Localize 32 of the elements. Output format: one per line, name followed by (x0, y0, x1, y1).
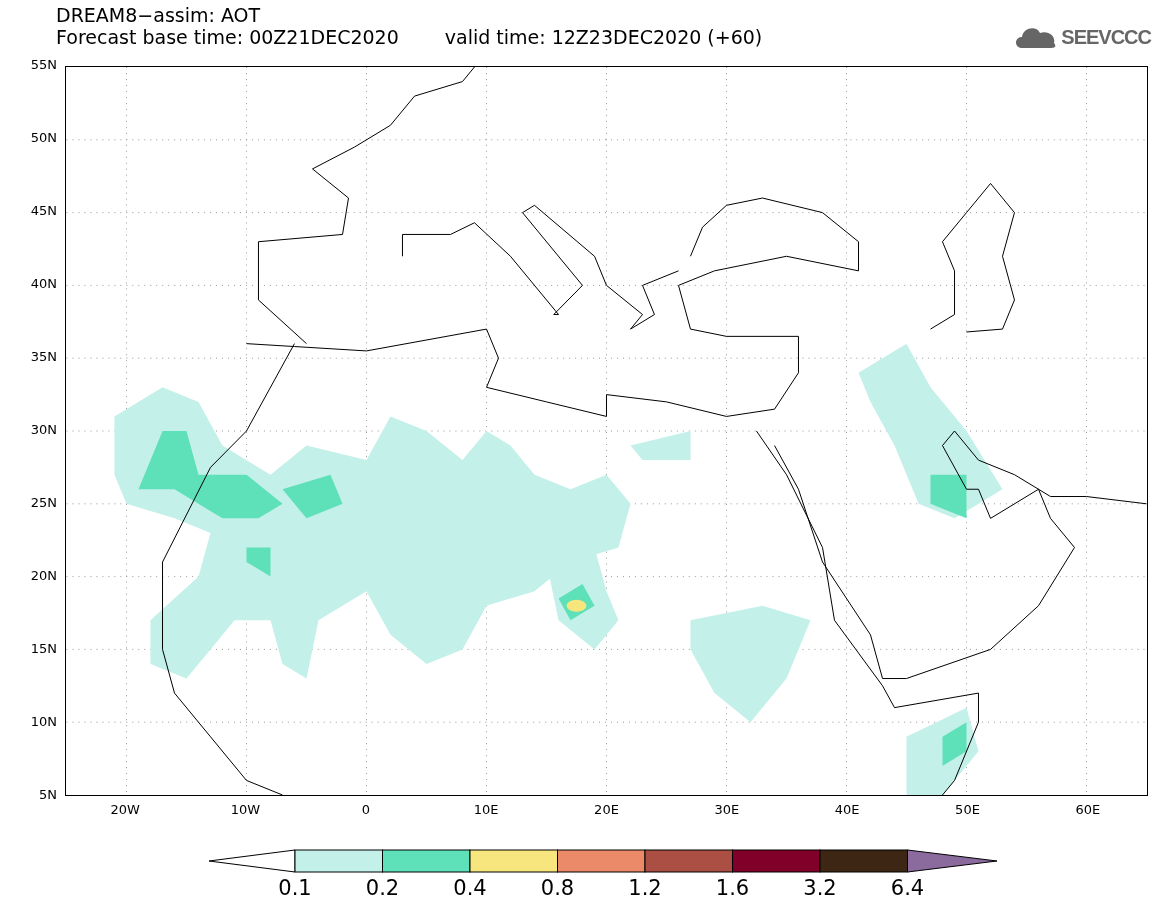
scale-label: 1.6 (715, 876, 750, 900)
latitude-label: 50N (30, 130, 57, 145)
latitude-label: 25N (30, 495, 57, 510)
longitude-label: 50E (955, 802, 980, 817)
latitude-label: 40N (30, 276, 57, 291)
longitude-label: 10E (473, 802, 499, 817)
latitude-label: 5N (39, 787, 57, 802)
valid-time: valid time: 12Z23DEC2020 (+60) (444, 26, 763, 48)
scale-label: 0.2 (365, 876, 400, 900)
latitude-label: 45N (30, 203, 57, 218)
latitude-label: 15N (30, 641, 57, 656)
latitude-label: 55N (30, 57, 57, 72)
latitude-label: 20N (30, 568, 57, 583)
longitude-label: 20W (110, 802, 140, 817)
scale-label: 0.1 (278, 876, 312, 900)
base-time: Forecast base time: 00Z21DEC2020 (56, 26, 399, 48)
scale-label: 1.2 (628, 876, 662, 900)
logo-text: SEEVCCC (1061, 25, 1151, 49)
longitude-label: 10W (230, 802, 261, 817)
longitude-label: 40E (834, 802, 860, 817)
scale-label: 0.8 (540, 876, 575, 900)
longitude-label: 20E (594, 802, 619, 817)
latitude-label: 35N (30, 349, 57, 364)
longitude-label: 0 (361, 802, 370, 817)
scale-label: 6.4 (890, 876, 925, 900)
map-title: DREAM8−assim: AOT (56, 4, 262, 26)
latitude-label: 10N (30, 714, 57, 729)
longitude-label: 30E (714, 802, 740, 817)
longitude-label: 60E (1075, 802, 1101, 817)
scale-label: 3.2 (803, 876, 837, 900)
scale-label: 0.4 (453, 876, 487, 900)
latitude-label: 30N (30, 422, 57, 437)
